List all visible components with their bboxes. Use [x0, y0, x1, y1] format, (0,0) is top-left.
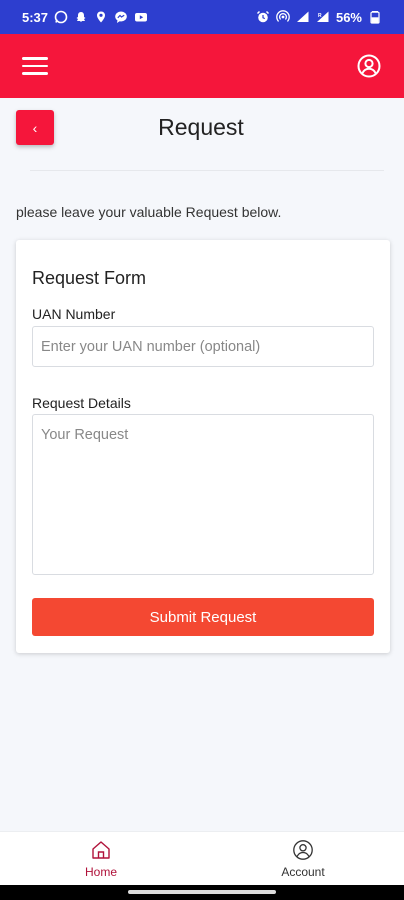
status-left: 5:37 [22, 10, 148, 25]
menu-icon[interactable] [22, 53, 48, 79]
nav-label-home: Home [84, 864, 117, 879]
menu-line [22, 72, 48, 75]
nav-item-account[interactable]: Account [202, 832, 404, 885]
battery-percent: 56% [335, 9, 362, 25]
menu-line [22, 64, 48, 68]
request-details-label: Request Details [32, 395, 131, 411]
back-button[interactable]: ‹ [16, 110, 54, 145]
header-divider [30, 170, 384, 171]
account-circle-icon[interactable] [356, 53, 382, 79]
uan-label: UAN Number [32, 306, 116, 322]
back-chevron-icon: ‹ [32, 119, 38, 136]
snapchat-icon [76, 12, 86, 22]
home-icon [92, 840, 110, 859]
nav-item-home[interactable]: Home [0, 832, 202, 885]
nav-label-account: Account [281, 864, 325, 879]
wifi-icon [296, 11, 309, 22]
youtube-icon [135, 13, 148, 22]
app-bar [0, 34, 404, 98]
alarm-icon [256, 10, 269, 23]
status-time: 5:37 [22, 9, 49, 25]
submit-request-button[interactable]: Submit Request [32, 598, 374, 636]
menu-line [22, 57, 48, 60]
svg-text:R: R [318, 13, 322, 19]
battery-icon [370, 11, 380, 24]
gesture-bar [0, 885, 404, 900]
page-header: Request ‹ [16, 110, 386, 150]
form-title: Request Form [32, 268, 147, 288]
request-form-card: Request Form UAN Number Request Details … [16, 240, 390, 653]
gesture-handle[interactable] [128, 890, 276, 894]
signal-icon: R [316, 11, 329, 22]
whatsapp-icon [54, 10, 68, 24]
hotspot-icon [276, 10, 290, 22]
page-title: Request [158, 114, 244, 140]
status-right: R 56% [256, 10, 382, 25]
messenger-icon [115, 11, 127, 23]
status-bar: 5:37 R 56% [0, 0, 404, 34]
uan-number-input[interactable] [32, 326, 374, 367]
request-details-textarea[interactable] [32, 414, 374, 575]
account-icon [293, 839, 313, 860]
location-icon [97, 11, 106, 23]
bottom-nav: Home Account [0, 831, 404, 885]
intro-text: please leave your valuable Request below… [16, 204, 282, 220]
